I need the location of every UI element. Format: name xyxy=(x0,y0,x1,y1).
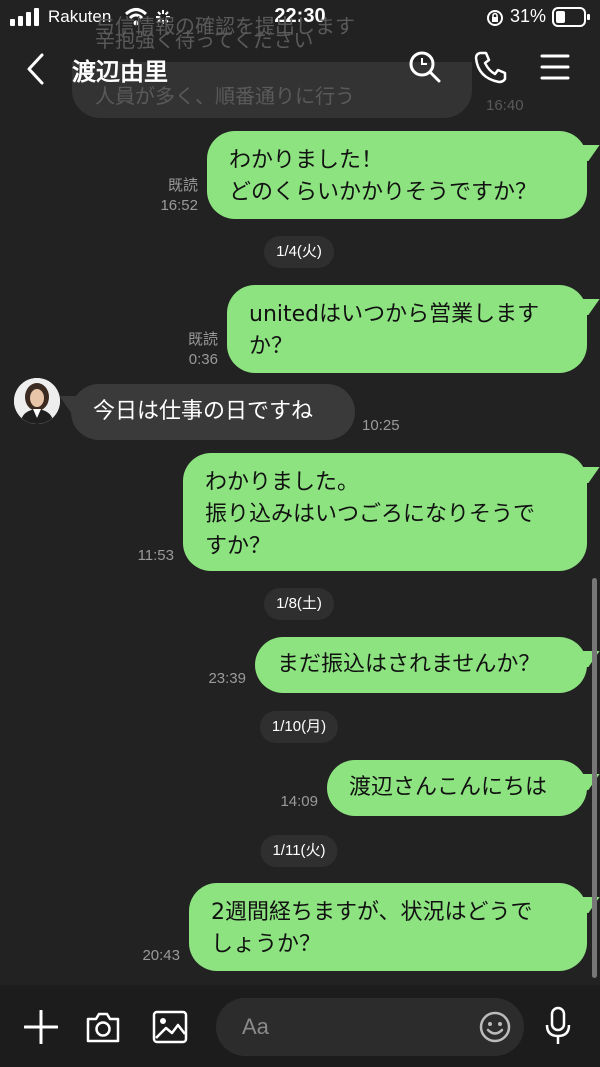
outgoing-message[interactable]: 2週間経ちますが、状況はどうで しょうか？ xyxy=(189,883,587,971)
incoming-message[interactable]: 今日は仕事の日ですね xyxy=(71,384,355,440)
date-separator: 1/11(火) xyxy=(260,835,338,867)
search-icon[interactable] xyxy=(408,50,442,84)
contact-avatar[interactable] xyxy=(14,378,60,424)
outgoing-message[interactable]: unitedはいつから営業します か？ xyxy=(227,285,587,373)
phone-icon[interactable] xyxy=(474,50,508,84)
read-status: 既読 xyxy=(187,331,218,348)
date-separator: 1/10(月) xyxy=(259,711,339,743)
back-icon[interactable] xyxy=(24,52,46,86)
camera-icon[interactable] xyxy=(85,1010,121,1044)
menu-icon[interactable] xyxy=(540,52,570,82)
outgoing-message[interactable]: 渡辺さんこんにちは xyxy=(327,760,587,816)
battery-percent: 31% xyxy=(510,6,547,26)
date-separator: 1/4(火) xyxy=(264,236,334,268)
message-time: 16:52 xyxy=(160,197,198,214)
image-icon[interactable] xyxy=(152,1010,188,1044)
outgoing-message[interactable]: わかりました！ どのくらいかかりそうですか？ xyxy=(207,131,587,219)
message-meta: 既読 16:52 xyxy=(120,176,198,216)
message-meta: 既読 0:36 xyxy=(140,330,218,370)
emoji-icon[interactable] xyxy=(478,1010,512,1044)
message-time: 14:09 xyxy=(280,793,318,810)
message-time: 23:39 xyxy=(208,670,246,687)
outgoing-message[interactable]: まだ振込はされませんか？ xyxy=(255,637,587,693)
mic-icon[interactable] xyxy=(544,1006,572,1046)
message-time: 11:53 xyxy=(137,547,174,564)
rotation-lock-icon xyxy=(487,10,503,26)
message-time: 10:25 xyxy=(362,417,400,434)
date-separator: 1/8(土) xyxy=(264,588,334,620)
chat-header: 渡辺由里 xyxy=(0,36,600,102)
contact-name[interactable]: 渡辺由里 xyxy=(72,52,168,87)
plus-icon[interactable] xyxy=(24,1010,58,1044)
scrollbar[interactable] xyxy=(592,578,597,978)
battery-icon xyxy=(552,7,590,27)
read-status: 既読 xyxy=(167,177,198,194)
message-time: 0:36 xyxy=(188,351,218,368)
message-time: 20:43 xyxy=(142,947,180,964)
outgoing-message[interactable]: わかりました。 振り込みはいつごろになりそうで すか？ xyxy=(183,453,587,571)
avatar-image xyxy=(14,378,60,424)
